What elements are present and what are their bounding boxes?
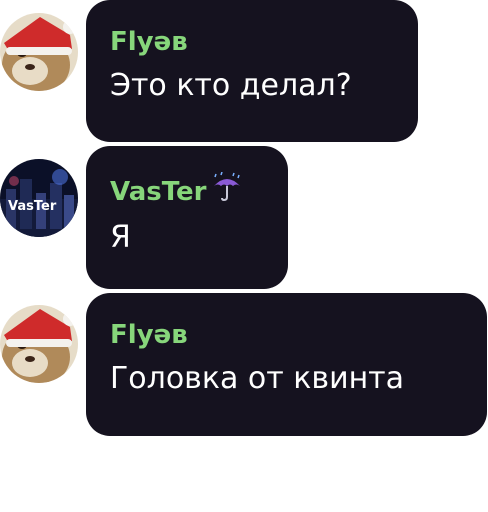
message-bubble: Flyəв Головка от квинта	[86, 293, 487, 436]
user-avatar[interactable]	[0, 13, 78, 91]
author-name-text[interactable]: VasTer	[110, 177, 206, 207]
message-text: Головка от квинта	[110, 361, 405, 396]
message-bubble: Flyəв Это кто делал?	[86, 0, 418, 142]
author-name-text[interactable]: Flyəв	[110, 27, 188, 57]
cat-santa-hat-avatar	[0, 305, 78, 383]
author-name[interactable]: Flyəв	[110, 319, 463, 351]
author-name-text[interactable]: Flyəв	[110, 320, 188, 350]
umbrella-with-rain-icon	[212, 171, 242, 210]
author-name[interactable]: VasTer	[110, 171, 264, 210]
city-night-avatar	[0, 159, 78, 237]
avatar-label: VasTer	[8, 199, 57, 214]
message-bubble: VasTer Я	[86, 146, 288, 289]
author-name[interactable]: Flyəв	[110, 26, 394, 58]
user-avatar[interactable]: VasTer	[0, 159, 78, 237]
cat-santa-hat-avatar	[0, 13, 78, 91]
message-text: Я	[110, 220, 131, 255]
message-text: Это кто делал?	[110, 68, 352, 103]
user-avatar[interactable]	[0, 305, 78, 383]
